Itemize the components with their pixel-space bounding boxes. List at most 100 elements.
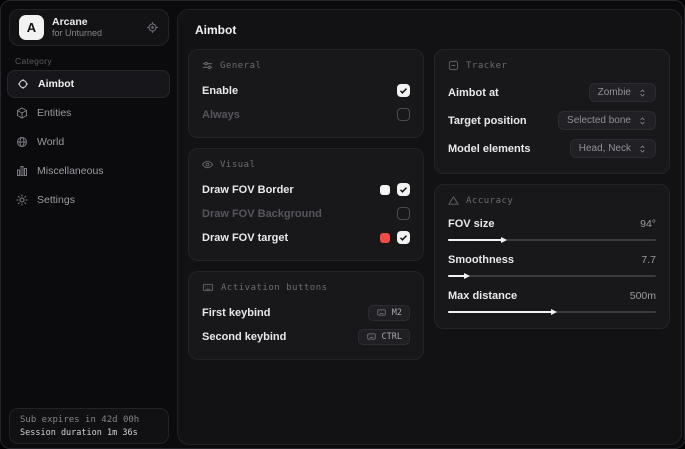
setting-row: Model elements Head, Neck (448, 136, 656, 161)
brand-card: A Arcane for Unturned (9, 9, 169, 46)
setting-label: Draw FOV target (202, 232, 288, 244)
setting-row: Target position Selected bone (448, 108, 656, 133)
setting-label: First keybind (202, 307, 270, 319)
smoothness-setting: Smoothness 7.7 (448, 251, 656, 280)
sidebar: A Arcane for Unturned Category (1, 1, 176, 448)
slider-thumb[interactable] (501, 237, 507, 243)
activation-card: Activation buttons First keybind M2 Seco… (188, 271, 424, 360)
keyboard-icon (202, 282, 214, 293)
session-duration-text: Session duration 1m 36s (20, 427, 158, 439)
sidebar-item-label: Aimbot (38, 78, 74, 90)
gear-icon[interactable] (146, 21, 159, 34)
brand-logo: A (19, 15, 44, 40)
first-keybind-button[interactable]: M2 (368, 305, 410, 321)
fov-size-setting: FOV size 94° (448, 215, 656, 244)
sidebar-item-entities[interactable]: Entities (7, 99, 170, 127)
setting-value: 94° (640, 218, 656, 230)
page-title: Aimbot (195, 23, 681, 37)
sub-expiry-text: Sub expires in 42d 00h (20, 414, 158, 427)
slider-fill (448, 311, 552, 313)
eye-icon (202, 159, 213, 170)
setting-label: Enable (202, 85, 238, 97)
fov-border-color-swatch[interactable] (380, 185, 390, 195)
section-label: Accuracy (466, 196, 513, 206)
setting-label: FOV size (448, 218, 494, 230)
brand-name: Arcane (52, 16, 146, 28)
accuracy-card: Accuracy FOV size 94° (434, 184, 670, 329)
setting-row: Draw FOV target (202, 227, 410, 248)
keybind-value: CTRL (382, 332, 402, 342)
setting-label: Draw FOV Background (202, 208, 322, 220)
left-column: General Enable Always (188, 49, 424, 360)
keyboard-icon (366, 332, 377, 341)
settings-gear-icon (16, 194, 28, 206)
chevrons-up-down-icon (638, 116, 647, 126)
second-keybind-button[interactable]: CTRL (358, 329, 410, 345)
max-distance-slider[interactable] (448, 308, 656, 316)
model-elements-select[interactable]: Head, Neck (570, 139, 656, 158)
setting-row: Aimbot at Zombie (448, 80, 656, 105)
tracker-section-header: Tracker (448, 60, 656, 71)
main-panel: Aimbot General (177, 9, 682, 445)
sidebar-item-aimbot[interactable]: Aimbot (7, 70, 170, 98)
select-value: Selected bone (567, 115, 631, 126)
setting-label: Smoothness (448, 254, 514, 266)
keybind-value: M2 (392, 308, 402, 318)
chevrons-up-down-icon (638, 144, 647, 154)
section-label: Visual (220, 160, 256, 170)
slider-fill (448, 239, 502, 241)
setting-value: 7.7 (641, 254, 656, 266)
fov-target-checkbox[interactable] (397, 231, 410, 244)
right-column: Tracker Aimbot at Zombie Target position (434, 49, 670, 360)
smoothness-slider[interactable] (448, 272, 656, 280)
brand-subtitle: for Unturned (52, 28, 146, 39)
triangle-icon (448, 195, 459, 206)
always-checkbox[interactable] (397, 108, 410, 121)
setting-label: Max distance (448, 290, 517, 302)
app-window: A Arcane for Unturned Category (0, 0, 685, 449)
setting-label: Aimbot at (448, 87, 499, 99)
setting-row: Smoothness 7.7 (448, 251, 656, 269)
setting-row: Max distance 500m (448, 287, 656, 305)
globe-icon (16, 136, 28, 148)
setting-row: Enable (202, 80, 410, 101)
fov-size-slider[interactable] (448, 236, 656, 244)
sidebar-item-miscellaneous[interactable]: Miscellaneous (7, 157, 170, 185)
frame-minus-icon (448, 60, 459, 71)
aimbot-at-select[interactable]: Zombie (589, 83, 656, 102)
sliders-icon (202, 60, 213, 71)
category-label: Category (15, 56, 52, 66)
general-card: General Enable Always (188, 49, 424, 138)
crosshair-icon (17, 78, 29, 90)
setting-label: Always (202, 109, 240, 121)
fov-target-color-swatch[interactable] (380, 233, 390, 243)
chevrons-up-down-icon (638, 88, 647, 98)
section-label: Activation buttons (221, 283, 328, 293)
setting-label: Target position (448, 115, 527, 127)
select-value: Zombie (598, 87, 631, 98)
accuracy-section-header: Accuracy (448, 195, 656, 206)
activation-section-header: Activation buttons (202, 282, 410, 293)
sidebar-item-world[interactable]: World (7, 128, 170, 156)
cube-icon (16, 107, 28, 119)
section-label: General (220, 61, 261, 71)
visual-card: Visual Draw FOV Border Draw FOV Backgrou… (188, 148, 424, 261)
setting-row: First keybind M2 (202, 302, 410, 323)
general-section-header: General (202, 60, 410, 71)
fov-border-checkbox[interactable] (397, 183, 410, 196)
slider-thumb[interactable] (464, 273, 470, 279)
setting-row: FOV size 94° (448, 215, 656, 233)
slider-fill (448, 275, 465, 277)
target-position-select[interactable]: Selected bone (558, 111, 656, 130)
slider-track (448, 275, 656, 277)
sidebar-item-settings[interactable]: Settings (7, 186, 170, 214)
setting-controls (380, 183, 410, 196)
max-distance-setting: Max distance 500m (448, 287, 656, 316)
sidebar-item-label: Miscellaneous (37, 165, 104, 177)
sidebar-item-label: Entities (37, 107, 71, 119)
sidebar-item-label: Settings (37, 194, 75, 206)
fov-background-checkbox[interactable] (397, 207, 410, 220)
enable-checkbox[interactable] (397, 84, 410, 97)
slider-thumb[interactable] (551, 309, 557, 315)
subscription-info-card: Sub expires in 42d 00h Session duration … (9, 408, 169, 444)
